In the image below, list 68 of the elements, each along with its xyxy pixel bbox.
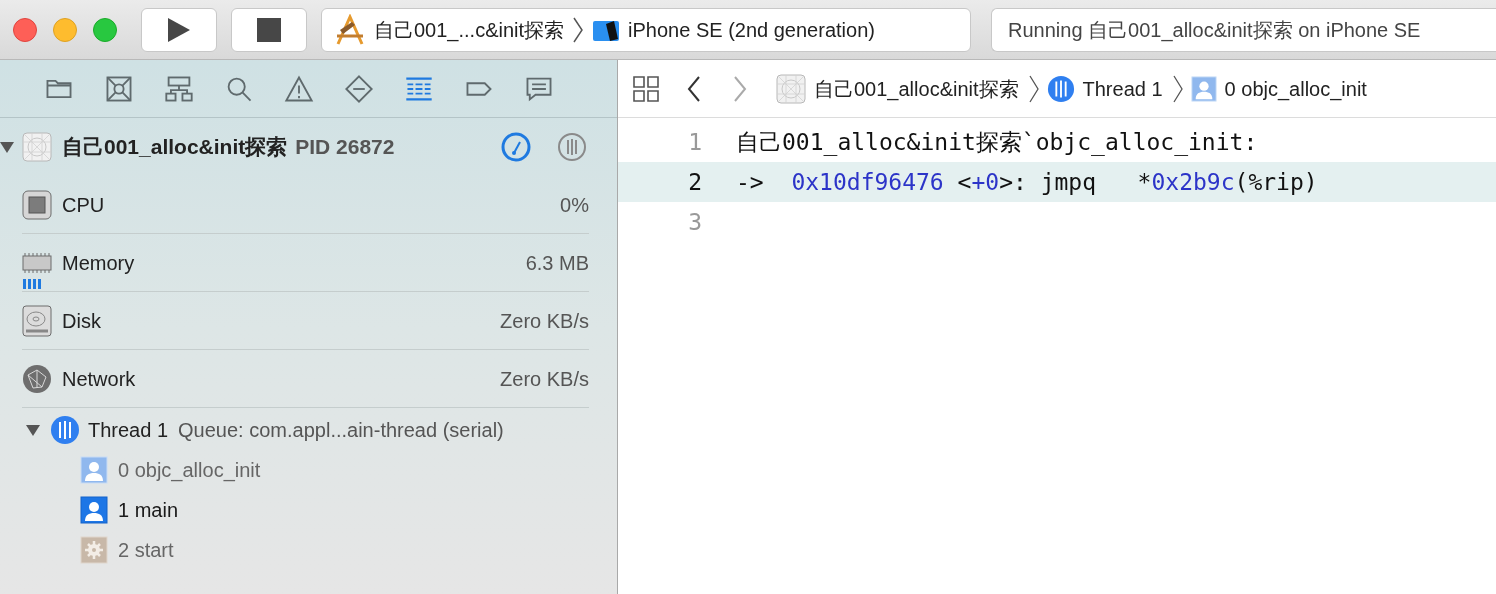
gauge-value: Zero KB/s: [500, 308, 589, 334]
chevron-right-icon: [572, 16, 585, 43]
hammer-icon: [334, 13, 366, 46]
gauge-row[interactable]: Memory 6.3 MB: [22, 234, 589, 292]
frame-label: 2 start: [118, 538, 174, 563]
process-row[interactable]: 自己001_alloc&init探索 PID 26872: [0, 118, 617, 176]
gauge-value: 6.3 MB: [525, 250, 589, 276]
thread-icon: [1046, 74, 1075, 103]
device-name[interactable]: iPhone SE (2nd generation): [628, 14, 875, 45]
frame-label: 1 main: [118, 498, 179, 523]
scheme-selector[interactable]: 自己001_...c&init探索 iPhone SE (2nd generation): [321, 7, 971, 52]
chevron-right-icon: [1172, 74, 1183, 103]
stop-button[interactable]: [231, 7, 307, 52]
line-number: 3: [687, 207, 703, 237]
jump-bar-item[interactable]: Thread 1: [1082, 73, 1163, 104]
warning-icon[interactable]: [283, 73, 314, 104]
code-line: -> 0x10df96476 <+0>: jmpq *0x2b9c(%rip): [736, 167, 1318, 197]
chip-icon: [22, 189, 52, 220]
gauge-name: Disk: [62, 308, 101, 334]
gear-icon: [80, 536, 108, 564]
gauge-name: Memory: [62, 250, 135, 276]
gauge-value: 0%: [560, 192, 589, 218]
stack-frame-row[interactable]: 0 objc_alloc_init: [80, 450, 617, 490]
gauge-name: Network: [62, 366, 136, 392]
gauge-icon[interactable]: [501, 132, 531, 162]
gauge-value: Zero KB/s: [500, 366, 589, 392]
globe-icon: [22, 363, 52, 394]
play-icon: [167, 16, 191, 43]
blueprint-icon: [22, 132, 52, 162]
thread-row[interactable]: Thread 1 Queue: com.appl...ain-thread (serial): [0, 410, 617, 450]
disclosure-triangle-icon[interactable]: [26, 423, 40, 437]
grid-icon[interactable]: [632, 74, 660, 103]
gauge-row[interactable]: CPU 0%: [22, 176, 589, 234]
forward-icon[interactable]: [732, 74, 748, 103]
blueprint-icon: [776, 73, 806, 104]
back-icon[interactable]: [686, 74, 702, 103]
gauge-row[interactable]: Disk Zero KB/s: [22, 292, 589, 350]
status-text: Running 自己001_alloc&init探索 on iPhone SE: [1008, 17, 1421, 44]
thread-outline-icon[interactable]: [557, 132, 587, 162]
process-name: 自己001_alloc&init探索: [62, 134, 288, 161]
person-icon: [80, 496, 108, 524]
disclosure-triangle-icon[interactable]: [0, 140, 14, 154]
stop-icon: [257, 17, 281, 42]
gauge-name: CPU: [62, 192, 105, 218]
close-window-button[interactable]: [13, 17, 37, 42]
thread-queue: Queue: com.appl...ain-thread (serial): [178, 418, 504, 443]
frame-label: 0 objc_alloc_init: [118, 458, 261, 484]
stack-frame-row[interactable]: 1 main: [80, 490, 617, 530]
chevron-right-icon: [1028, 74, 1039, 103]
jump-bar-item[interactable]: 自己001_alloc&init探索: [814, 73, 1019, 104]
thread-name: Thread 1: [88, 418, 169, 443]
gauge-row[interactable]: Network Zero KB/s: [22, 350, 589, 408]
run-button[interactable]: [141, 7, 217, 52]
person-icon: [80, 456, 108, 484]
line-number: 1: [687, 127, 703, 157]
scheme-name[interactable]: 自己001_...c&init探索: [374, 14, 565, 45]
person-icon: [1190, 75, 1217, 102]
code-line: 自己001_alloc&init探索`objc_alloc_init:: [736, 127, 1258, 158]
stack-frame-row[interactable]: 2 start: [80, 530, 617, 570]
process-id: PID 26872: [295, 134, 395, 161]
memory-bars-icon: [22, 279, 44, 289]
jump-bar-item[interactable]: 0 objc_alloc_init: [1224, 73, 1367, 104]
line-number: 2: [687, 167, 703, 197]
zoom-window-button[interactable]: [93, 17, 117, 42]
memory-chip-icon: [22, 251, 52, 274]
hard-drive-icon: [22, 304, 52, 337]
diamond-minus-icon[interactable]: [343, 73, 374, 104]
thread-icon: [50, 415, 80, 445]
